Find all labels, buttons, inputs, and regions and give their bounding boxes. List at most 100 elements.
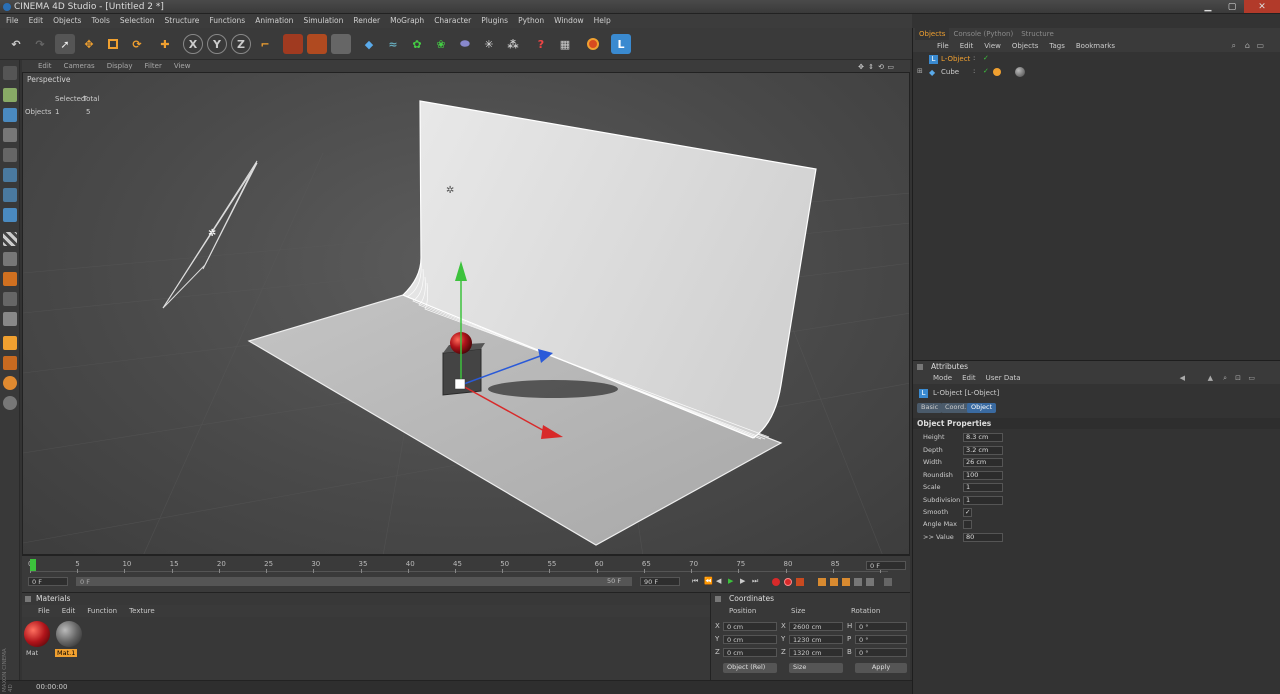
menu-mograph[interactable]: MoGraph (390, 14, 424, 28)
menu-functions[interactable]: Functions (209, 14, 245, 28)
move-tool-icon[interactable]: ✥ (79, 34, 99, 54)
polygons-mode-icon[interactable] (3, 208, 17, 222)
close-button[interactable]: ✕ (1244, 0, 1280, 13)
viewport-menu-filter[interactable]: Filter (145, 60, 162, 72)
texture-tag-icon[interactable] (993, 68, 1001, 76)
objects-menu-objects[interactable]: Objects (1012, 40, 1038, 52)
menu-file[interactable]: File (6, 14, 19, 28)
menu-simulation[interactable]: Simulation (303, 14, 343, 28)
attributes-lock-icon[interactable]: ⊡ (1235, 372, 1241, 384)
depth-field[interactable]: 3.2 cm (963, 446, 1003, 455)
objects-menu-bookmarks[interactable]: Bookmarks (1076, 40, 1115, 52)
rotation-p-field[interactable]: 0 ° (855, 635, 907, 644)
objects-menu-file[interactable]: File (937, 40, 949, 52)
tweak-icon[interactable] (3, 356, 17, 370)
attributes-menu-user-data[interactable]: User Data (986, 372, 1021, 384)
objects-search-icon[interactable]: ⌕ (1232, 40, 1236, 52)
list-item[interactable]: L L-Object : ✓ (917, 54, 1277, 66)
menu-structure[interactable]: Structure (165, 14, 200, 28)
menu-render[interactable]: Render (353, 14, 380, 28)
nurbs-icon[interactable]: ✿ (407, 34, 427, 54)
light-icon-2[interactable]: ✲ (446, 185, 454, 196)
menu-plugins[interactable]: Plugins (481, 14, 508, 28)
start-frame-field[interactable]: 0 F (28, 577, 68, 586)
attributes-menu-mode[interactable]: Mode (933, 372, 952, 384)
key-selection-icon[interactable] (796, 578, 804, 586)
make-editable-icon[interactable] (3, 66, 17, 80)
snap-icon[interactable] (3, 272, 17, 286)
array-icon[interactable]: ❀ (431, 34, 451, 54)
menu-objects[interactable]: Objects (53, 14, 81, 28)
axis-mode-icon[interactable] (3, 148, 17, 162)
menu-character[interactable]: Character (434, 14, 471, 28)
attributes-search-icon[interactable]: ⌕ (1223, 372, 1227, 384)
coordinate-system-icon[interactable]: ⌐ (255, 34, 275, 54)
enabled-check-icon[interactable]: ✓ (983, 54, 989, 62)
l-object-icon[interactable]: L (611, 34, 631, 54)
attributes-new-icon[interactable]: ▭ (1248, 372, 1255, 384)
play-icon[interactable]: ▶ (728, 577, 733, 585)
end-frame-field[interactable]: 90 F (640, 577, 680, 586)
material-tag-icon[interactable] (1015, 67, 1025, 77)
undo-icon[interactable]: ↶ (6, 34, 26, 54)
viewport-menu-display[interactable]: Display (107, 60, 133, 72)
grid-icon[interactable]: ▦ (555, 34, 575, 54)
prev-key-icon[interactable]: ⏪ (704, 577, 713, 585)
tab-object[interactable]: Object (967, 403, 997, 413)
viewport-menu-edit[interactable]: Edit (38, 60, 52, 72)
size-x-field[interactable]: 2600 cm (789, 622, 843, 631)
auto-key-icon[interactable] (784, 578, 792, 586)
parameter-key-icon[interactable] (854, 578, 862, 586)
size-mode-dropdown[interactable]: Size (789, 663, 843, 673)
size-z-field[interactable]: 1320 cm (789, 648, 843, 657)
object-mode-icon[interactable] (3, 108, 17, 122)
scale-key-icon[interactable] (830, 578, 838, 586)
menu-edit[interactable]: Edit (29, 14, 44, 28)
objects-home-icon[interactable]: ⌂ (1245, 40, 1250, 52)
value-field[interactable]: 80 (963, 533, 1003, 542)
visibility-dots-icon[interactable]: : (973, 67, 975, 75)
light-icon[interactable]: ✲ (208, 228, 216, 239)
current-frame-field[interactable]: 0 F (866, 561, 906, 570)
render-picture-viewer-icon[interactable] (307, 34, 327, 54)
perspective-viewport[interactable]: Perspective Selected Total Objects 1 5 ✲… (22, 72, 910, 555)
record-icon[interactable] (583, 34, 603, 54)
spline-icon[interactable]: ≈ (383, 34, 403, 54)
list-item[interactable]: ⊞ ◆ Cube : ✓ (917, 67, 1277, 79)
size-y-field[interactable]: 1230 cm (789, 635, 843, 644)
points-mode-icon[interactable] (3, 168, 17, 182)
position-y-field[interactable]: 0 cm (723, 635, 777, 644)
position-z-field[interactable]: 0 cm (723, 648, 777, 657)
frame-range-slider[interactable]: 0 F (76, 577, 632, 586)
sculpt-icon[interactable] (3, 336, 17, 350)
tab-objects[interactable]: Objects (915, 28, 950, 40)
tab-basic[interactable]: Basic (917, 403, 943, 413)
materials-menu-texture[interactable]: Texture (129, 605, 155, 617)
expand-icon[interactable]: ⊞ (917, 67, 923, 75)
x-axis-lock-icon[interactable]: X (183, 34, 203, 54)
position-x-field[interactable]: 0 cm (723, 622, 777, 631)
help-icon[interactable]: ? (531, 34, 551, 54)
materials-menu-function[interactable]: Function (87, 605, 117, 617)
render-view-icon[interactable] (283, 34, 303, 54)
materials-menu-file[interactable]: File (38, 605, 50, 617)
render-settings-icon[interactable] (331, 34, 351, 54)
z-axis-lock-icon[interactable]: Z (231, 34, 251, 54)
maximize-button[interactable]: ▢ (1220, 0, 1244, 13)
objects-menu-tags[interactable]: Tags (1049, 40, 1065, 52)
height-field[interactable]: 8.3 cm (963, 433, 1003, 442)
back-arrow-icon[interactable]: ◀ (1180, 372, 1185, 384)
menu-animation[interactable]: Animation (255, 14, 293, 28)
attributes-menu-edit[interactable]: Edit (962, 372, 976, 384)
rotation-b-field[interactable]: 0 ° (855, 648, 907, 657)
prev-frame-icon[interactable]: ◀ (716, 577, 721, 585)
playhead[interactable] (30, 559, 36, 571)
material-swatch-mat1[interactable] (56, 621, 82, 647)
pla-key-icon[interactable] (866, 578, 874, 586)
rotate-tool-icon[interactable]: ⟳ (127, 34, 147, 54)
angle-max-checkbox[interactable] (963, 520, 972, 529)
checker-icon[interactable] (3, 232, 17, 246)
environment-icon[interactable]: ⁂ (503, 34, 523, 54)
position-key-icon[interactable] (818, 578, 826, 586)
texture-mode-icon[interactable] (3, 128, 17, 142)
